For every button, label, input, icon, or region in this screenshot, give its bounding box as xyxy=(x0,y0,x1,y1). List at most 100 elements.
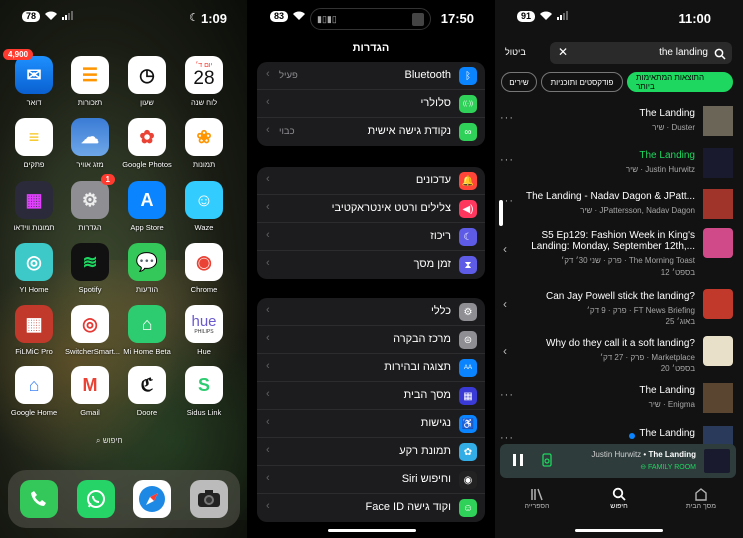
settings-row-label: כללי xyxy=(431,305,451,317)
app-filmic[interactable]: ▦ FiLMiC Pro xyxy=(9,305,59,356)
signal-icon xyxy=(557,11,569,22)
connect-device-icon[interactable] xyxy=(542,453,552,472)
device-label: ⊖ FAMILY ROOM xyxy=(640,463,696,471)
filmic-icon: ▦ xyxy=(15,305,53,343)
settings-row[interactable]: ☾ ריכוז ‹ xyxy=(257,223,485,251)
search-input[interactable]: the landing xyxy=(659,47,708,58)
app-app-store[interactable]: A App Store xyxy=(122,181,172,232)
app-yi-home[interactable]: ◎ YI Home xyxy=(9,243,59,294)
weather-icon: ☁ xyxy=(71,118,109,156)
search-field[interactable]: ✕ the landing xyxy=(550,42,732,64)
app-calendar[interactable]: יום ד׳ 28 לוח שנה xyxy=(179,56,229,107)
more-options-icon[interactable]: ··· xyxy=(500,154,514,166)
result-row[interactable]: Why do they call it a soft landing? פרק ·… xyxy=(495,334,743,374)
result-date: 12 בספט׳ xyxy=(660,268,695,277)
player-art xyxy=(704,449,730,473)
app-doore[interactable]: ℭ Doore xyxy=(122,366,172,417)
settings-row[interactable]: ✿ תמונת רקע ‹ xyxy=(257,438,485,466)
scroll-indicator[interactable] xyxy=(499,200,503,226)
more-options-icon[interactable]: ··· xyxy=(500,432,514,444)
settings-row-label: Face ID וקוד גישה xyxy=(365,501,451,513)
play-episode-icon[interactable]: ‹ xyxy=(503,242,507,256)
settings-row[interactable]: ◉ Siri וחיפוש ‹ xyxy=(257,466,485,494)
chip-top-results[interactable]: התוצאות המתאימות ביותר xyxy=(627,72,733,92)
settings-row[interactable]: ∞ נקודת גישה אישית ‹ כבוי xyxy=(257,118,485,146)
app-label: תמונות ווידאו xyxy=(13,223,55,232)
result-artwork xyxy=(703,228,733,258)
chevron-left-icon: ‹ xyxy=(266,96,270,108)
app-notes[interactable]: ≡ פתקים xyxy=(9,118,59,169)
search-label: חיפוש xyxy=(102,436,123,445)
settings-row[interactable]: ☺ Face ID וקוד גישה ‹ xyxy=(257,494,485,522)
result-row[interactable]: The Landing שיר · Duster ··· xyxy=(495,104,743,144)
result-row[interactable]: S5 Ep129: Fashion Week in King's Landing… xyxy=(495,226,743,277)
settings-row[interactable]: ▦ מסך הבית ‹ xyxy=(257,382,485,410)
app-switcher[interactable]: ◎ SwitcherSmart... xyxy=(65,305,120,356)
app-photos[interactable]: ❀ תמונות xyxy=(179,118,229,169)
settings-row[interactable]: ⊜ מרכז הבקרה ‹ xyxy=(257,326,485,354)
app-folder[interactable]: ▦ תמונות ווידאו xyxy=(9,181,59,232)
result-title: The Landing xyxy=(639,150,695,161)
settings-row[interactable]: AA תצוגה ובהירות ‹ xyxy=(257,354,485,382)
result-row[interactable]: The Landing שיר · Enigma ··· xyxy=(495,381,743,421)
safari-icon[interactable] xyxy=(133,480,171,518)
app-reminders[interactable]: ☰ תזכורות xyxy=(65,56,115,107)
app-settings[interactable]: ⚙ 1 הגדרות xyxy=(65,174,115,232)
waze-icon: ☺ xyxy=(185,181,223,219)
settings-row-label: צלילים ורטט אינטראקטיבי xyxy=(331,202,451,214)
settings-row[interactable]: 🔔 עדכונים ‹ xyxy=(257,167,485,195)
play-episode-icon[interactable]: ‹ xyxy=(503,344,507,358)
hue-brand: hue xyxy=(191,312,217,330)
settings-row[interactable]: ᛒ Bluetooth ‹ פעיל xyxy=(257,62,485,90)
chip-podcasts[interactable]: פודקסטים ותוכניות xyxy=(541,72,623,92)
result-row[interactable]: The Landing - Nadav Dagon & JPatt... שיר … xyxy=(495,187,743,227)
nav-search[interactable]: חיפוש xyxy=(589,487,649,510)
settings-row[interactable]: ◀) צלילים ורטט אינטראקטיבי ‹ xyxy=(257,195,485,223)
app-waze[interactable]: ☺ Waze xyxy=(179,181,229,232)
settings-row[interactable]: ⧗ זמן מסך ‹ xyxy=(257,251,485,279)
settings-row[interactable]: ♿ נגישות ‹ xyxy=(257,410,485,438)
app-google-home[interactable]: ⌂ Google Home xyxy=(9,366,59,417)
result-row[interactable]: The Landing שיר · Justin Hurwitz ··· xyxy=(495,146,743,186)
chevron-left-icon: ‹ xyxy=(266,500,270,512)
result-row[interactable]: Can Jay Powell stick the landing? פרק · 9… xyxy=(495,287,743,327)
app-sidus-link[interactable]: S Sidus Link xyxy=(179,366,229,417)
search-pill[interactable]: ⌕ חיפוש xyxy=(96,436,123,446)
app-google-photos[interactable]: ✿ Google Photos xyxy=(122,118,172,169)
app-mi-home[interactable]: ⌂ Mi Home Beta xyxy=(122,305,172,356)
more-options-icon[interactable]: ··· xyxy=(500,112,514,124)
camera-icon[interactable] xyxy=(190,480,228,518)
google-photos-icon: ✿ xyxy=(128,118,166,156)
app-messages[interactable]: 💬 הודעות xyxy=(122,243,172,294)
close-icon[interactable]: ✕ xyxy=(558,45,568,59)
app-mail[interactable]: ✉ 4,900 דואר xyxy=(3,49,59,107)
settings-row[interactable]: ⚙ כללי ‹ xyxy=(257,298,485,326)
settings-group: 🔔 עדכונים ‹ ◀) צלילים ורטט אינטראקטיבי ‹ ☾ ריכו… xyxy=(257,167,485,279)
nav-library[interactable]: הספרייה xyxy=(507,487,567,510)
settings-row[interactable]: ((·)) סלולרי ‹ xyxy=(257,90,485,118)
app-spotify[interactable]: ≋ Spotify xyxy=(65,243,115,294)
pause-icon[interactable] xyxy=(512,453,524,472)
whatsapp-icon[interactable] xyxy=(77,480,115,518)
clock: 1:09 xyxy=(200,11,227,26)
play-episode-icon[interactable]: ‹ xyxy=(503,297,507,311)
chip-songs[interactable]: שירים xyxy=(501,72,537,92)
cancel-button[interactable]: ביטול xyxy=(505,47,526,57)
more-options-icon[interactable]: ··· xyxy=(500,389,514,401)
notification-badge: 1 xyxy=(100,174,115,185)
result-subtitle: פרק · 27 דק׳ · Marketplace xyxy=(599,353,695,362)
app-label: Google Home xyxy=(10,408,58,417)
folder-icon: ▦ xyxy=(15,181,53,219)
phone-icon[interactable] xyxy=(20,480,58,518)
gear-icon: ⚙ xyxy=(459,303,477,321)
mini-player[interactable]: Justin Hurwitz • The Landing ⊖ FAMILY RO… xyxy=(500,444,736,478)
app-chrome[interactable]: ◉ Chrome xyxy=(179,243,229,294)
nav-home[interactable]: מסך הבית xyxy=(671,487,731,510)
siri-icon: ◉ xyxy=(459,471,477,489)
app-clock[interactable]: ◷ שעון xyxy=(122,56,172,107)
speaker-icon: ◀) xyxy=(459,200,477,218)
app-hue[interactable]: hue PHILIPS Hue xyxy=(179,305,229,356)
app-gmail[interactable]: M Gmail xyxy=(65,366,115,417)
clock-icon: ◷ xyxy=(128,56,166,94)
app-weather[interactable]: ☁ מזג אוויר xyxy=(65,118,115,169)
